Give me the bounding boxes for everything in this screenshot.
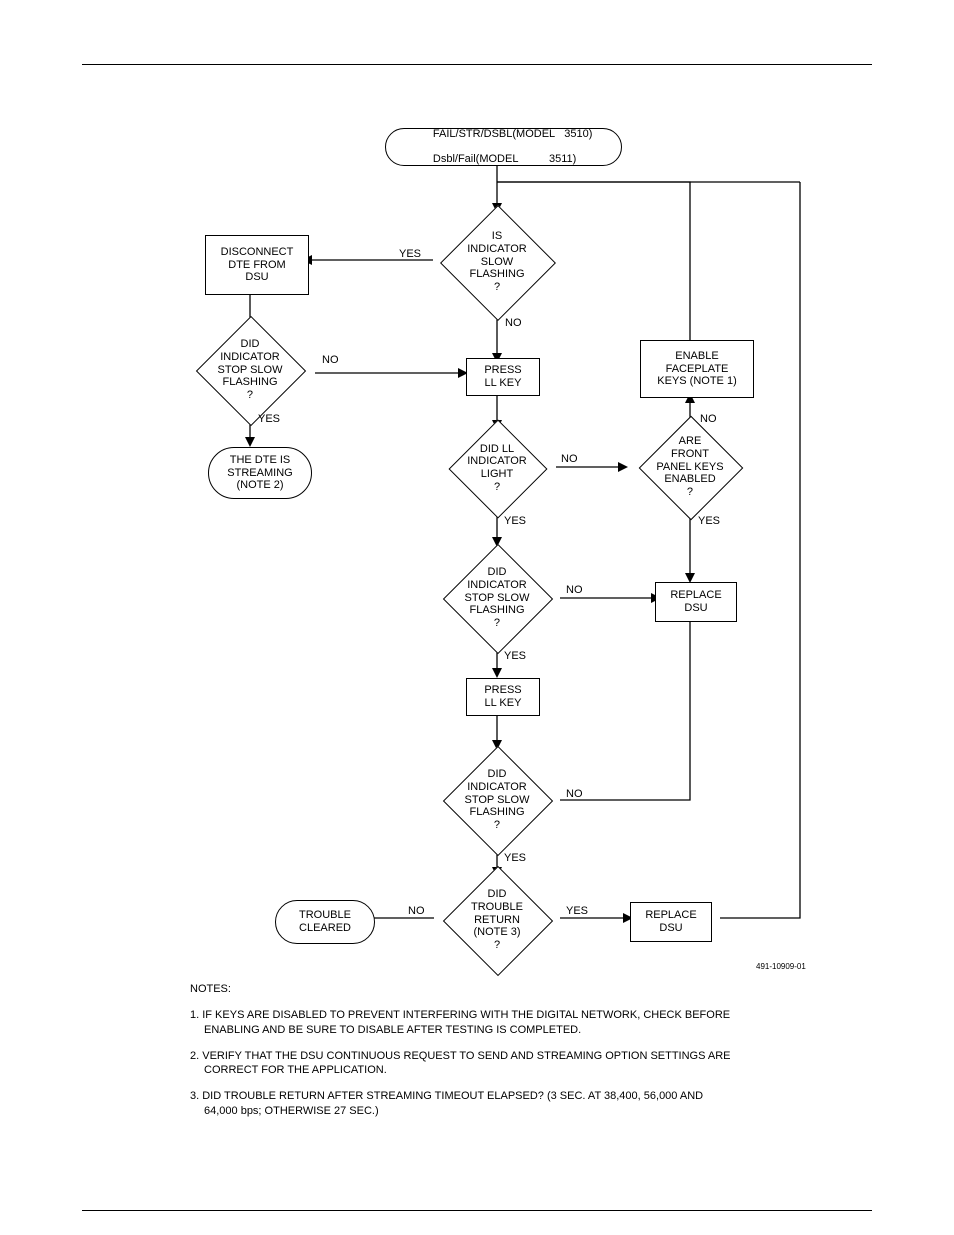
notes-title: NOTES:: [190, 982, 870, 996]
decision-did-trouble-return: DID TROUBLE RETURN (NOTE 3) ?: [435, 867, 559, 973]
page: FAIL/STR/DSBL(MODEL 3510) Dsbl/Fail(MODE…: [0, 0, 954, 1235]
label-yes: YES: [504, 515, 526, 527]
process-disconnect: DISCONNECT DTE FROM DSU: [205, 235, 309, 295]
notes-block: NOTES: 1. IF KEYS ARE DISABLED TO PREVEN…: [190, 982, 870, 1130]
label-yes: YES: [566, 905, 588, 917]
decision-text: ARE FRONT PANEL KEYS ENABLED ?: [628, 416, 752, 518]
label-yes: YES: [399, 248, 421, 260]
decision-text: DID INDICATOR STOP SLOW FLASHING ?: [188, 320, 312, 420]
decision-is-indicator-slow: IS INDICATOR SLOW FLASHING ?: [440, 205, 554, 319]
label-yes: YES: [698, 515, 720, 527]
decision-text: DID TROUBLE RETURN (NOTE 3) ?: [435, 867, 559, 973]
label-no: NO: [505, 317, 522, 329]
start-line1: FAIL/STR/DSBL(MODEL 3510): [433, 128, 593, 140]
label-yes: YES: [504, 650, 526, 662]
note-3a: 3. DID TROUBLE RETURN AFTER STREAMING TI…: [190, 1090, 703, 1102]
note-3b: 64,000 bps; OTHERWISE 27 SEC.): [190, 1105, 379, 1117]
label-no: NO: [700, 413, 717, 425]
start-line2: Dsbl/Fail(MODEL 3511): [433, 153, 576, 165]
process-press-ll-1: PRESS LL KEY: [466, 358, 540, 396]
label-no: NO: [566, 788, 583, 800]
process-replace-dsu-1: REPLACE DSU: [655, 582, 737, 622]
label-no: NO: [566, 584, 583, 596]
decision-did-stop-2: DID INDICATOR STOP SLOW FLASHING ?: [435, 545, 559, 651]
label-no: NO: [408, 905, 425, 917]
note-2a: 2. VERIFY THAT THE DSU CONTINUOUS REQUES…: [190, 1050, 731, 1062]
label-no: NO: [561, 453, 578, 465]
terminal-streaming: THE DTE IS STREAMING (NOTE 2): [208, 447, 312, 499]
process-enable-keys: ENABLE FACEPLATE KEYS (NOTE 1): [640, 340, 754, 398]
decision-did-stop-3: DID INDICATOR STOP SLOW FLASHING ?: [435, 747, 559, 853]
decision-text: DID INDICATOR STOP SLOW FLASHING ?: [435, 747, 559, 853]
start-terminal: FAIL/STR/DSBL(MODEL 3510) Dsbl/Fail(MODE…: [385, 128, 622, 166]
decision-did-ll-light: DID LL INDICATOR LIGHT ?: [442, 418, 552, 518]
process-press-ll-2: PRESS LL KEY: [466, 678, 540, 716]
decision-are-keys-enabled: ARE FRONT PANEL KEYS ENABLED ?: [628, 416, 752, 518]
decision-text: DID INDICATOR STOP SLOW FLASHING ?: [435, 545, 559, 651]
note-1a: 1. IF KEYS ARE DISABLED TO PREVENT INTER…: [190, 1009, 730, 1021]
terminal-trouble-cleared: TROUBLE CLEARED: [275, 900, 375, 944]
label-yes: YES: [504, 852, 526, 864]
figure-number: 491-10909-01: [756, 962, 806, 971]
decision-did-stop-left: DID INDICATOR STOP SLOW FLASHING ?: [188, 320, 312, 420]
note-1b: ENABLING AND BE SURE TO DISABLE AFTER TE…: [190, 1024, 581, 1036]
note-2b: CORRECT FOR THE APPLICATION.: [190, 1064, 387, 1076]
decision-text: DID LL INDICATOR LIGHT ?: [442, 418, 552, 518]
label-yes: YES: [258, 413, 280, 425]
decision-text: IS INDICATOR SLOW FLASHING ?: [440, 205, 554, 319]
process-replace-dsu-2: REPLACE DSU: [630, 902, 712, 942]
label-no: NO: [322, 354, 339, 366]
